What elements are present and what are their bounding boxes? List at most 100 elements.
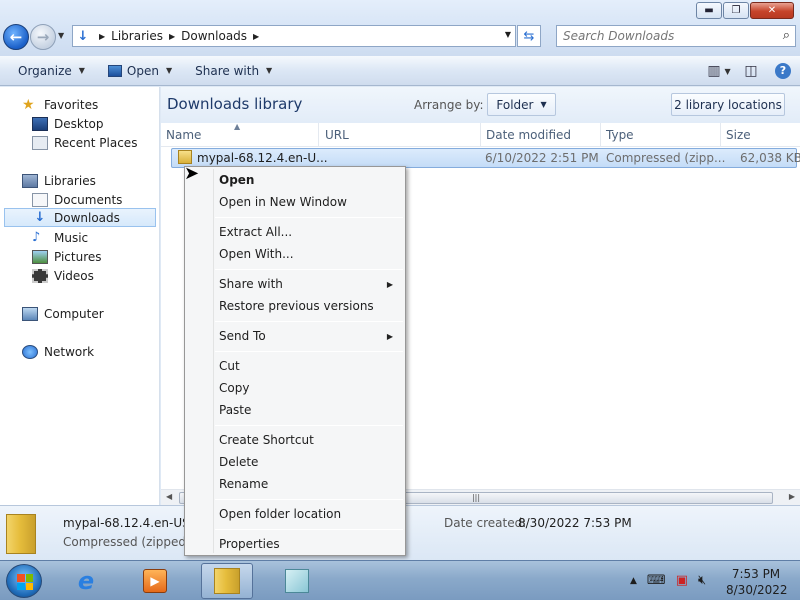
menu-item-paste[interactable]: Paste bbox=[188, 399, 402, 421]
sidebar-item-favorites[interactable]: ★ Favorites bbox=[22, 95, 98, 114]
menu-item-cut[interactable]: Cut bbox=[188, 355, 402, 377]
notepad-icon bbox=[285, 569, 309, 593]
chevron-right-icon[interactable]: ▶ bbox=[99, 32, 105, 41]
computer-icon bbox=[22, 306, 38, 321]
recent-places-icon bbox=[32, 135, 48, 150]
sidebar-item-pictures[interactable]: Pictures bbox=[32, 247, 102, 266]
taskbar-internet-explorer[interactable]: e bbox=[60, 563, 112, 599]
sidebar-label: Downloads bbox=[54, 210, 120, 225]
keyboard-icon[interactable]: ⌨ bbox=[647, 573, 666, 588]
menu-item-open-folder-location[interactable]: Open folder location bbox=[188, 503, 402, 525]
maximize-icon: ❐ bbox=[731, 5, 741, 16]
menu-item-create-shortcut[interactable]: Create Shortcut bbox=[188, 429, 402, 451]
forward-button[interactable]: → bbox=[30, 24, 56, 50]
chevron-right-icon[interactable]: ▶ bbox=[253, 32, 259, 41]
column-label: Type bbox=[606, 128, 634, 142]
sidebar-item-computer[interactable]: Computer bbox=[22, 304, 104, 323]
minimize-icon: ▬ bbox=[704, 5, 714, 16]
videos-icon bbox=[32, 268, 48, 283]
arrange-by-label: Arrange by: bbox=[414, 98, 484, 112]
scroll-right-icon[interactable]: ▶ bbox=[789, 492, 795, 501]
column-url[interactable]: URL bbox=[320, 123, 481, 147]
internet-explorer-icon: e bbox=[77, 567, 95, 595]
menu-item-rename[interactable]: Rename bbox=[188, 473, 402, 495]
menu-item-share-with[interactable]: Share with ▶ bbox=[188, 273, 402, 295]
details-date-created-value: 8/30/2022 7:53 PM bbox=[518, 516, 632, 530]
column-name[interactable]: Name ▲ bbox=[161, 122, 319, 147]
clock[interactable]: 7:53 PM 8/30/2022 bbox=[726, 566, 788, 598]
forward-arrow-icon: → bbox=[36, 28, 50, 46]
chevron-right-icon[interactable]: ▶ bbox=[169, 32, 175, 41]
open-label: Open bbox=[126, 63, 159, 78]
open-button[interactable]: Open ▼ bbox=[94, 58, 181, 84]
details-file-name: mypal-68.12.4.en-US. bbox=[63, 516, 194, 530]
back-arrow-icon: ← bbox=[9, 28, 23, 46]
organize-button[interactable]: Organize ▼ bbox=[0, 58, 94, 84]
library-locations-button[interactable]: 2 library locations bbox=[671, 93, 785, 116]
view-icon: ▥ bbox=[707, 63, 721, 79]
show-hidden-icons-icon[interactable]: ▲ bbox=[630, 576, 637, 586]
menu-item-restore-previous-versions[interactable]: Restore previous versions bbox=[188, 295, 402, 317]
menu-item-properties[interactable]: Properties bbox=[188, 533, 402, 555]
sidebar-label: Documents bbox=[54, 192, 123, 207]
sidebar-item-documents[interactable]: Documents bbox=[32, 190, 122, 209]
open-app-icon bbox=[107, 64, 122, 77]
scroll-left-icon[interactable]: ◀ bbox=[166, 492, 172, 501]
mouse-cursor-icon: ➤ bbox=[184, 163, 200, 184]
sidebar-item-desktop[interactable]: Desktop bbox=[32, 114, 104, 133]
volume-muted-icon[interactable]: 🔇︎ bbox=[698, 573, 706, 588]
refresh-button[interactable]: ⇆ bbox=[517, 25, 541, 47]
column-date-modified[interactable]: Date modified bbox=[481, 123, 601, 147]
chevron-down-icon: ▼ bbox=[540, 100, 547, 109]
sidebar-item-network[interactable]: Network bbox=[22, 342, 94, 361]
sidebar-item-music[interactable]: ♪ Music bbox=[32, 228, 88, 247]
menu-separator bbox=[215, 321, 403, 322]
search-box[interactable]: ⌕ bbox=[556, 25, 796, 47]
sidebar-item-downloads[interactable]: ↓ Downloads bbox=[4, 208, 156, 227]
close-button[interactable]: ✕ bbox=[750, 2, 794, 19]
taskbar-media-player[interactable]: ▶ bbox=[129, 563, 181, 599]
menu-item-extract-all[interactable]: Extract All... bbox=[188, 221, 402, 243]
column-size[interactable]: Size bbox=[721, 123, 800, 147]
network-warning-icon[interactable]: ▣ bbox=[676, 573, 688, 588]
menu-item-copy[interactable]: Copy bbox=[188, 377, 402, 399]
search-icon[interactable]: ⌕ bbox=[783, 28, 790, 43]
search-input[interactable] bbox=[563, 29, 763, 43]
column-type[interactable]: Type bbox=[601, 123, 721, 147]
menu-item-open-with[interactable]: Open With... bbox=[188, 243, 402, 265]
maximize-button[interactable]: ❐ bbox=[723, 2, 749, 19]
table-row[interactable]: mypal-68.12.4.en-U... 6/10/2022 2:51 PM … bbox=[171, 148, 800, 168]
menu-item-open-new-window[interactable]: Open in New Window bbox=[188, 191, 402, 213]
arrange-by-dropdown[interactable]: Folder ▼ bbox=[487, 93, 556, 116]
view-options-button[interactable]: ▥ ▼ bbox=[707, 60, 730, 82]
start-button[interactable] bbox=[6, 564, 42, 598]
address-bar[interactable]: ↓ ▶ Libraries ▶ Downloads ▶ ▼ bbox=[72, 25, 516, 47]
sidebar-item-videos[interactable]: Videos bbox=[32, 266, 94, 285]
breadcrumb-downloads[interactable]: Downloads bbox=[181, 29, 247, 43]
menu-item-send-to[interactable]: Send To ▶ bbox=[188, 325, 402, 347]
command-bar: Organize ▼ Open ▼ Share with ▼ ▥ ▼ ◫ ? bbox=[0, 56, 800, 86]
recent-pages-dropdown-icon[interactable]: ▼ bbox=[58, 31, 64, 40]
menu-item-delete[interactable]: Delete bbox=[188, 451, 402, 473]
breadcrumb-libraries[interactable]: Libraries bbox=[111, 29, 163, 43]
view-controls: ▥ ▼ ◫ ? bbox=[707, 60, 794, 82]
file-date-modified: 6/10/2022 2:51 PM bbox=[485, 151, 599, 165]
sidebar-item-libraries[interactable]: Libraries bbox=[22, 171, 96, 190]
address-dropdown-icon[interactable]: ▼ bbox=[505, 30, 511, 39]
preview-pane-button[interactable]: ◫ bbox=[740, 60, 762, 82]
clock-date: 8/30/2022 bbox=[726, 583, 788, 597]
minimize-button[interactable]: ▬ bbox=[696, 2, 722, 19]
taskbar-notepad[interactable] bbox=[271, 563, 323, 599]
sidebar-item-recent-places[interactable]: Recent Places bbox=[32, 133, 137, 152]
menu-item-open[interactable]: Open bbox=[188, 169, 402, 191]
share-with-button[interactable]: Share with ▼ bbox=[181, 58, 281, 84]
sidebar-label: Videos bbox=[54, 268, 94, 283]
preview-pane-icon: ◫ bbox=[744, 63, 758, 79]
help-button[interactable]: ? bbox=[772, 60, 794, 82]
column-label: Date modified bbox=[486, 128, 572, 142]
zip-file-large-icon bbox=[6, 514, 36, 554]
back-button[interactable]: ← bbox=[3, 24, 29, 50]
sidebar-label: Music bbox=[54, 230, 89, 245]
refresh-icon: ⇆ bbox=[523, 28, 535, 44]
taskbar-file-explorer[interactable] bbox=[201, 563, 253, 599]
